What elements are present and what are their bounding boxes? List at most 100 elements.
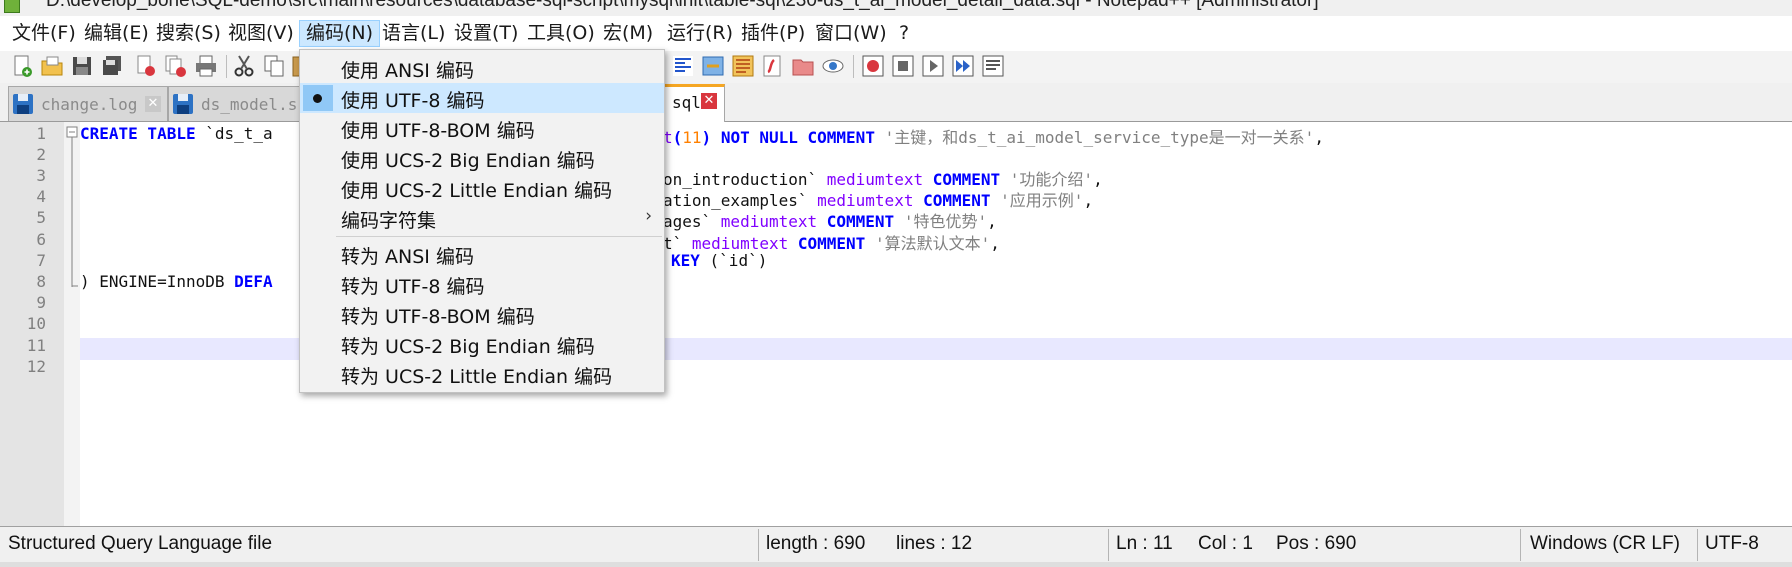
line-number-gutter: 1 2 3 4 5 6 7 8 9 10 11 12: [0, 122, 64, 526]
stop-macro-icon[interactable]: [891, 54, 915, 78]
line-number: 10: [26, 314, 46, 333]
status-separator: [1108, 529, 1109, 561]
code-line-8-left: ) ENGINE=InnoDB DEFA: [80, 272, 273, 291]
menu-item-convert-ansi[interactable]: 转为 ANSI 编码: [300, 239, 664, 269]
new-file-icon[interactable]: [10, 54, 34, 78]
record-macro-icon[interactable]: [861, 54, 885, 78]
status-lines: lines : 12: [896, 533, 973, 554]
run-macro-multiple-icon[interactable]: [951, 54, 975, 78]
play-macro-icon[interactable]: [921, 54, 945, 78]
tab-bar: change.log ✕ ds_model.s sql ✕: [0, 83, 1792, 124]
menu-help[interactable]: ?: [893, 20, 915, 47]
menu-macro[interactable]: 宏(M): [597, 20, 659, 47]
toolbar: [0, 51, 1792, 83]
toolbar-separator: [226, 55, 227, 78]
save-macro-icon[interactable]: [981, 54, 1005, 78]
menu-item-use-utf8[interactable]: 使用 UTF-8 编码: [300, 83, 664, 113]
window-title: D:\develop_bone\SQL-demo\src\main\resour…: [46, 0, 1319, 11]
line-number: 4: [36, 187, 46, 206]
close-all-icon[interactable]: [164, 54, 188, 78]
close-icon[interactable]: [134, 54, 158, 78]
line-number: 5: [36, 208, 46, 227]
menu-item-use-utf8-bom[interactable]: 使用 UTF-8-BOM 编码: [300, 113, 664, 143]
line-number: 6: [36, 230, 46, 249]
menu-plugins[interactable]: 插件(P): [735, 20, 811, 47]
function-list-icon[interactable]: [761, 54, 785, 78]
open-file-icon[interactable]: [40, 54, 64, 78]
fold-margin: [64, 122, 80, 526]
menu-item-convert-utf8-bom[interactable]: 转为 UTF-8-BOM 编码: [300, 299, 664, 329]
tab-change-log[interactable]: change.log ✕: [8, 86, 168, 121]
menu-tools[interactable]: 工具(O): [521, 20, 601, 47]
fold-marker-icon[interactable]: [66, 126, 78, 296]
wrap-icon[interactable]: [671, 54, 695, 78]
line-number: 9: [36, 293, 46, 312]
folder-icon[interactable]: [791, 54, 815, 78]
monitor-icon[interactable]: [821, 54, 845, 78]
status-separator: [1520, 529, 1521, 561]
status-line-number: Ln : 11: [1116, 533, 1173, 554]
editor-area[interactable]: 1 2 3 4 5 6 7 8 9 10 11 12 CREATE TABLE …: [0, 122, 1792, 526]
menu-item-use-ucs2-le[interactable]: 使用 UCS-2 Little Endian 编码: [300, 173, 664, 203]
menu-edit[interactable]: 编辑(E): [78, 20, 155, 47]
status-file-type: Structured Query Language file: [8, 533, 273, 554]
menu-settings[interactable]: 设置(T): [448, 20, 524, 47]
menu-bar: 文件(F) 编辑(E) 搜索(S) 视图(V) 编码(N) 语言(L) 设置(T…: [0, 16, 1792, 51]
menu-item-charset[interactable]: 编码字符集 ›: [300, 203, 664, 233]
taskbar-edge: [0, 562, 1792, 567]
code-line-5-right: ages` mediumtext COMMENT '特色优势',: [663, 212, 997, 231]
saved-file-icon: [13, 94, 33, 114]
cut-icon[interactable]: [232, 54, 256, 78]
status-bar: Structured Query Language file length : …: [0, 526, 1792, 563]
menu-separator: [336, 236, 662, 237]
line-number: 1: [36, 124, 46, 143]
save-icon[interactable]: [70, 54, 94, 78]
line-number: 11: [26, 336, 46, 355]
line-number: 12: [26, 357, 46, 376]
menu-search[interactable]: 搜索(S): [150, 20, 227, 47]
menu-view[interactable]: 视图(V): [222, 20, 300, 47]
menu-language[interactable]: 语言(L): [376, 20, 451, 47]
tab-close-icon[interactable]: ✕: [145, 96, 161, 112]
indent-guide-icon[interactable]: [701, 54, 725, 78]
tab-label: ds_model.s: [201, 95, 298, 114]
tab-label: change.log: [41, 95, 138, 114]
menu-item-convert-ucs2-le[interactable]: 转为 UCS-2 Little Endian 编码: [300, 359, 664, 389]
status-column: Col : 1: [1198, 533, 1253, 554]
menu-window[interactable]: 窗口(W): [809, 20, 893, 47]
radio-bullet-icon: [313, 94, 322, 103]
status-separator: [1697, 529, 1698, 561]
saved-file-icon: [173, 94, 193, 114]
tab-current-sql[interactable]: sql ✕: [663, 84, 725, 124]
code-line-1-left: CREATE TABLE `ds_t_a: [80, 124, 273, 143]
line-number: 3: [36, 166, 46, 185]
toolbar-separator: [853, 55, 854, 78]
status-length: length : 690: [766, 533, 866, 554]
menu-file[interactable]: 文件(F): [6, 20, 82, 47]
status-encoding[interactable]: UTF-8: [1705, 533, 1759, 555]
tab-close-icon[interactable]: ✕: [701, 93, 717, 109]
copy-icon[interactable]: [262, 54, 286, 78]
status-eol[interactable]: Windows (CR LF): [1530, 533, 1680, 555]
doc-map-icon[interactable]: [731, 54, 755, 78]
submenu-arrow-icon: ›: [645, 206, 652, 226]
menu-item-convert-utf8[interactable]: 转为 UTF-8 编码: [300, 269, 664, 299]
menu-item-use-ucs2-be[interactable]: 使用 UCS-2 Big Endian 编码: [300, 143, 664, 173]
code-line-7-right: KEY (`id`): [671, 251, 768, 270]
print-icon[interactable]: [194, 54, 218, 78]
title-bar: D:\develop_bone\SQL-demo\src\main\resour…: [0, 0, 1792, 16]
menu-run[interactable]: 运行(R): [661, 20, 739, 47]
status-separator: [758, 529, 759, 561]
tab-ds-model[interactable]: ds_model.s: [168, 86, 310, 121]
save-all-icon[interactable]: [100, 54, 124, 78]
menu-encoding[interactable]: 编码(N): [299, 20, 381, 47]
tab-label: sql: [672, 93, 701, 112]
encoding-dropdown-menu: 使用 ANSI 编码 使用 UTF-8 编码 使用 UTF-8-BOM 编码 使…: [299, 49, 665, 393]
menu-item-convert-ucs2-be[interactable]: 转为 UCS-2 Big Endian 编码: [300, 329, 664, 359]
line-number: 8: [36, 272, 46, 291]
status-position: Pos : 690: [1276, 533, 1357, 554]
line-number: 2: [36, 145, 46, 164]
code-line-1-right: t(11) NOT NULL COMMENT '主键，和ds_t_ai_mode…: [663, 128, 1324, 147]
menu-item-use-ansi[interactable]: 使用 ANSI 编码: [300, 53, 664, 83]
line-number: 7: [36, 251, 46, 270]
